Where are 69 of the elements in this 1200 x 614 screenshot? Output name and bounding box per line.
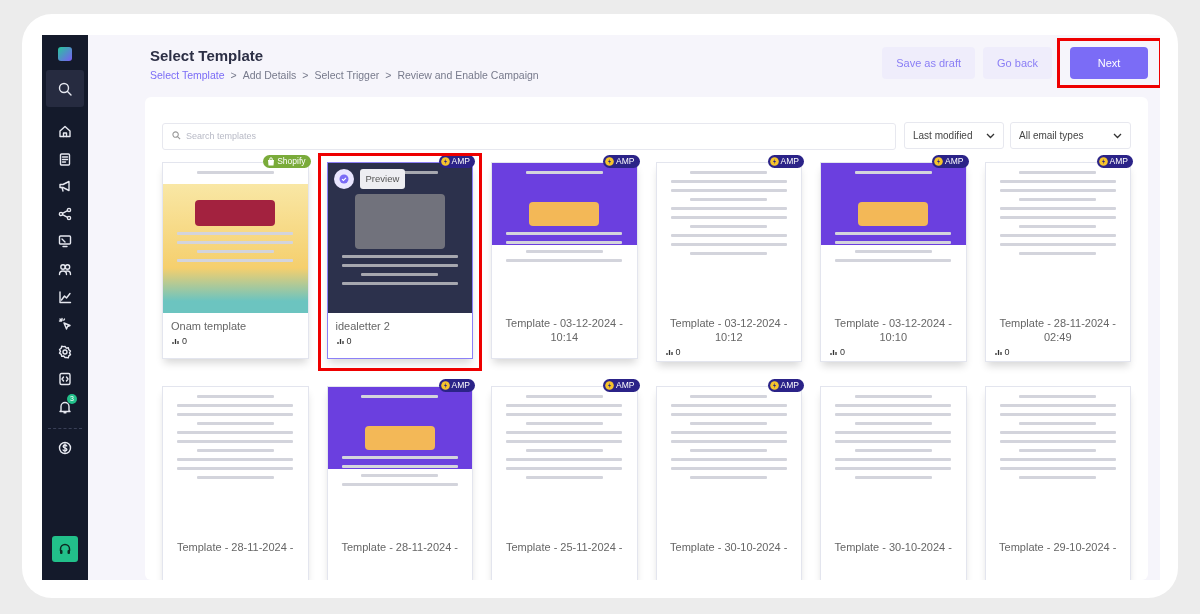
amp-tag: AMP: [767, 378, 804, 392]
amp-tag: AMP: [603, 378, 640, 392]
lightning-icon: [605, 157, 615, 166]
lightning-icon: [605, 380, 615, 390]
cursor-click-icon: [58, 317, 72, 332]
preview-button[interactable]: Preview: [359, 169, 406, 190]
lightning-icon: [1098, 157, 1108, 166]
lightning-icon: [440, 157, 450, 166]
amp-tag: AMP: [767, 155, 804, 168]
template-name: Template - 03-12-2024 - 10:10: [833, 316, 953, 344]
template-card[interactable]: Template - 30-10-2024 -: [820, 385, 967, 580]
amp-tag: AMP: [438, 378, 475, 392]
breadcrumb-separator: >: [385, 68, 392, 83]
amp-tag: AMP: [603, 155, 640, 168]
clipboard-icon: [58, 151, 72, 166]
chevron-down-icon: [986, 132, 995, 139]
shopping-bag-icon: [267, 157, 276, 166]
bar-chart-icon: [994, 349, 1002, 357]
breadcrumb-separator: >: [302, 68, 309, 83]
search-field[interactable]: Search templates: [162, 122, 896, 150]
sidebar-item[interactable]: [46, 70, 84, 107]
breadcrumb-step[interactable]: Add Details: [242, 68, 297, 84]
template-name: idealetter 2: [334, 319, 391, 333]
breadcrumb-separator: >: [230, 68, 237, 83]
megaphone-icon: [58, 179, 72, 194]
template-name: Template - 28-11-2024 -: [175, 539, 295, 554]
monitor-icon: [58, 234, 72, 249]
template-name: Template - 25-11-2024 -: [504, 539, 624, 554]
logo-icon: [58, 47, 72, 61]
lightning-icon: [769, 380, 779, 390]
amp-tag: AMP: [1096, 155, 1133, 168]
bell-icon: [58, 399, 72, 414]
users-icon: [58, 261, 72, 276]
settings-icon: [58, 344, 72, 359]
lightning-icon: [769, 157, 779, 166]
headset-icon: [58, 542, 72, 556]
template-name: Template - 28-11-2024 -: [340, 539, 460, 554]
template-name: Template - 30-10-2024 -: [669, 539, 789, 554]
bar-chart-icon: [336, 338, 344, 346]
filter-dropdown[interactable]: Last modified: [904, 122, 1004, 149]
line-chart-icon: [58, 289, 72, 304]
template-card[interactable]: Template - 28-11-2024 -: [162, 385, 309, 580]
template-name: Template - 03-12-2024 - 10:12: [669, 316, 789, 344]
breadcrumb-step[interactable]: Select Trigger: [314, 68, 380, 84]
next-button[interactable]: Next: [1070, 47, 1148, 79]
template-name: Template - 30-10-2024 -: [833, 539, 953, 554]
lightning-icon: [934, 157, 944, 166]
home-icon: [58, 124, 72, 138]
dollar-icon: [58, 440, 72, 455]
filter-dropdown[interactable]: All email types: [1010, 122, 1131, 149]
template-name: Onam template: [170, 319, 248, 333]
share-icon: [58, 206, 72, 221]
template-name: Template - 28-11-2024 - 02:49: [998, 316, 1118, 344]
shopify-tag: Shopify: [263, 155, 311, 168]
chevron-down-icon: [1113, 132, 1122, 139]
amp-tag: AMP: [932, 155, 969, 168]
bar-chart-icon: [830, 349, 837, 357]
lightning-icon: [440, 380, 450, 390]
code-icon: [58, 372, 72, 387]
bar-chart-icon: [172, 338, 179, 346]
support-button[interactable]: [52, 536, 78, 562]
template-name: Template - 03-12-2024 - 10:14: [504, 316, 624, 344]
template-card[interactable]: Template - 29-10-2024 -: [984, 385, 1131, 580]
breadcrumb-step[interactable]: Select Template: [150, 68, 225, 84]
bar-chart-icon: [665, 349, 673, 357]
search-icon: [58, 81, 72, 96]
template-name: Template - 29-10-2024 -: [998, 539, 1118, 554]
page-title: Select Template: [150, 47, 265, 65]
breadcrumb-step[interactable]: Review and Enable Campaign: [397, 68, 539, 84]
